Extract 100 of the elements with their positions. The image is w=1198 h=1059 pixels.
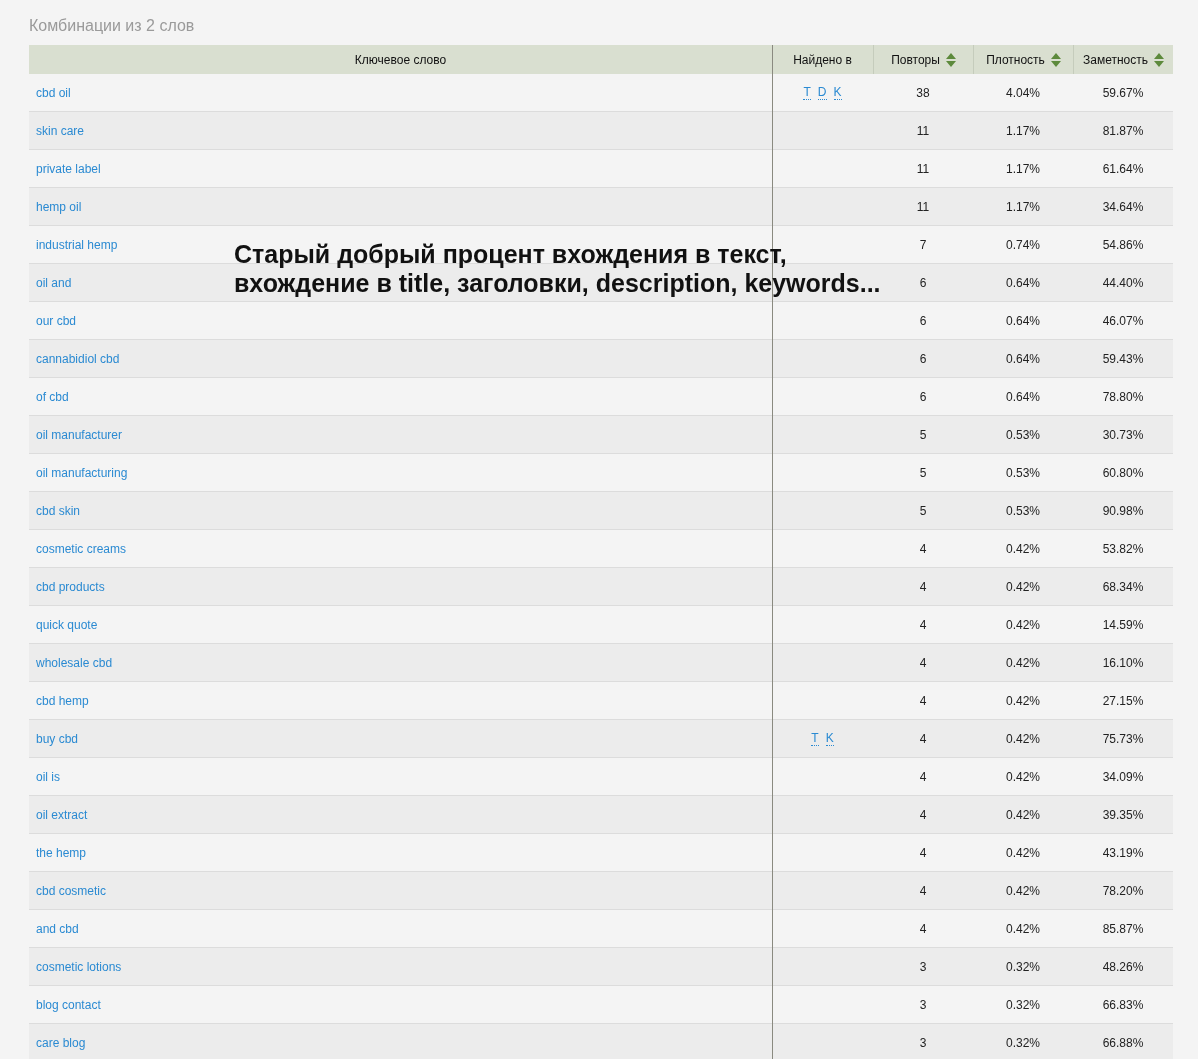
keyword-link[interactable]: cbd cosmetic xyxy=(36,883,107,898)
table-cell-text: 0.42% xyxy=(1006,654,1040,672)
keyword-link[interactable]: cosmetic creams xyxy=(36,541,127,556)
table-cell-text: 3 xyxy=(919,996,927,1014)
found-in-link[interactable]: K xyxy=(833,85,842,100)
keyword-link[interactable]: wholesale cbd xyxy=(36,655,113,670)
table-cell-text: 4 xyxy=(919,806,927,824)
table-cell-text: 11 xyxy=(916,160,930,178)
table-cell-text: 3 xyxy=(919,958,927,976)
keyword-link[interactable]: industrial hemp xyxy=(36,237,118,252)
table-cell-text: 4 xyxy=(919,920,927,938)
table-cell-text: 0.42% xyxy=(1006,806,1040,824)
table-cell-text: 4 xyxy=(919,768,927,786)
keyword-link[interactable]: private label xyxy=(36,161,101,176)
table-cell-text: 38 xyxy=(916,84,930,102)
found-in-link[interactable]: T xyxy=(811,731,819,746)
column-header: Найдено в xyxy=(792,51,853,69)
table-cell-text: 4 xyxy=(919,654,927,672)
keyword-link[interactable]: oil manufacturer xyxy=(36,427,123,442)
keyword-link[interactable]: oil is xyxy=(36,769,60,784)
table-cell-text: 0.64% xyxy=(1006,274,1040,292)
keyword-link[interactable]: cosmetic lotions xyxy=(36,959,122,974)
table-cell-text: 53.82% xyxy=(1102,540,1144,558)
keyword-link[interactable]: care blog xyxy=(36,1035,86,1050)
keyword-link[interactable]: hemp oil xyxy=(36,199,82,214)
table-cell-text: 16.10% xyxy=(1102,654,1144,672)
table-cell-text: 4 xyxy=(919,730,927,748)
keyword-link[interactable]: our cbd xyxy=(36,313,77,328)
section-title: Комбинации из 2 слов xyxy=(29,16,195,36)
keyword-link[interactable]: and cbd xyxy=(36,921,79,936)
table-cell-text: 81.87% xyxy=(1102,122,1144,140)
table-cell-text: 11 xyxy=(916,122,930,140)
sort-icon[interactable] xyxy=(945,52,956,67)
table-cell-text: 0.64% xyxy=(1006,350,1040,368)
table-cell-text: 46.07% xyxy=(1102,312,1144,330)
found-in-link[interactable]: D xyxy=(817,85,827,100)
table-cell-text: 0.32% xyxy=(1006,996,1040,1014)
table-cell-text: 1.17% xyxy=(1006,160,1040,178)
sort-icon[interactable] xyxy=(1154,52,1164,67)
table-cell-text: 4 xyxy=(919,844,927,862)
table-cell-text: 66.88% xyxy=(1102,1034,1144,1052)
found-in-link[interactable]: T xyxy=(803,85,811,100)
keyword-link[interactable]: oil manufacturing xyxy=(36,465,128,480)
table-cell-text: 0.53% xyxy=(1006,464,1040,482)
annotation-text: вхождение в title, заголовки, description, keywords... xyxy=(234,269,881,298)
keyword-link[interactable]: the hemp xyxy=(36,845,87,860)
table-cell-text: 60.80% xyxy=(1102,464,1144,482)
table-cell-text: 5 xyxy=(919,426,927,444)
table-cell-text: 1.17% xyxy=(1006,122,1040,140)
table-cell-text: 44.40% xyxy=(1102,274,1144,292)
keyword-link[interactable]: cbd hemp xyxy=(36,693,89,708)
keyword-link[interactable]: blog contact xyxy=(36,997,101,1012)
table-cell-text: 59.43% xyxy=(1102,350,1144,368)
table-cell-text: 27.15% xyxy=(1102,692,1144,710)
table-cell-text: 90.98% xyxy=(1102,502,1144,520)
table-cell-text: 0.53% xyxy=(1006,502,1040,520)
table-cell-text: 11 xyxy=(916,198,930,216)
table-cell-text: 0.42% xyxy=(1006,578,1040,596)
found-in-link[interactable]: K xyxy=(825,731,834,746)
table-cell-text: 6 xyxy=(919,274,927,292)
table-cell-text: 68.34% xyxy=(1102,578,1144,596)
keyword-link[interactable]: buy cbd xyxy=(36,731,79,746)
table-cell-text: 78.80% xyxy=(1102,388,1144,406)
table-cell-text: 7 xyxy=(919,236,927,254)
keyword-link[interactable]: cbd products xyxy=(36,579,105,594)
table-cell-text: 0.42% xyxy=(1006,882,1040,900)
table-cell-text: 0.32% xyxy=(1006,958,1040,976)
table-cell-text: 0.42% xyxy=(1006,920,1040,938)
table-cell-text: 14.59% xyxy=(1102,616,1144,634)
keyword-link[interactable]: cbd oil xyxy=(36,85,71,100)
table-cell-text: 0.42% xyxy=(1006,844,1040,862)
table-cell-text: 34.64% xyxy=(1102,198,1144,216)
table-cell-text: 0.53% xyxy=(1006,426,1040,444)
table-cell-text: 6 xyxy=(919,350,927,368)
table-cell-text: 43.19% xyxy=(1102,844,1144,862)
table-cell-text: 0.42% xyxy=(1006,730,1040,748)
keyword-link[interactable]: cannabidiol cbd xyxy=(36,351,120,366)
table-cell-text: 54.86% xyxy=(1102,236,1144,254)
keyword-link[interactable]: oil and xyxy=(36,275,72,290)
table-cell-text: 85.87% xyxy=(1102,920,1144,938)
table-cell-text: 4 xyxy=(919,540,927,558)
table-cell-text: 61.64% xyxy=(1102,160,1144,178)
table-cell-text: 3 xyxy=(919,1034,927,1052)
keyword-link[interactable]: oil extract xyxy=(36,807,88,822)
table-cell-text: 1.17% xyxy=(1006,198,1040,216)
table-cell-text: 4 xyxy=(919,882,927,900)
keyword-link[interactable]: skin care xyxy=(36,123,85,138)
keyword-link[interactable]: of cbd xyxy=(36,389,69,404)
table-cell-text: 34.09% xyxy=(1102,768,1144,786)
table-cell-text: 0.32% xyxy=(1006,1034,1040,1052)
keyword-link[interactable]: quick quote xyxy=(36,617,98,632)
table-cell-text: 4 xyxy=(919,578,927,596)
sort-icon[interactable] xyxy=(1050,52,1061,67)
table-cell-text: 4 xyxy=(919,616,927,634)
table-cell-text: 66.83% xyxy=(1102,996,1144,1014)
table-cell-text: 5 xyxy=(919,502,927,520)
table-cell-text: 75.73% xyxy=(1102,730,1144,748)
keyword-link[interactable]: cbd skin xyxy=(36,503,81,518)
table-cell-text: 0.42% xyxy=(1006,692,1040,710)
table-cell-text: 39.35% xyxy=(1102,806,1144,824)
